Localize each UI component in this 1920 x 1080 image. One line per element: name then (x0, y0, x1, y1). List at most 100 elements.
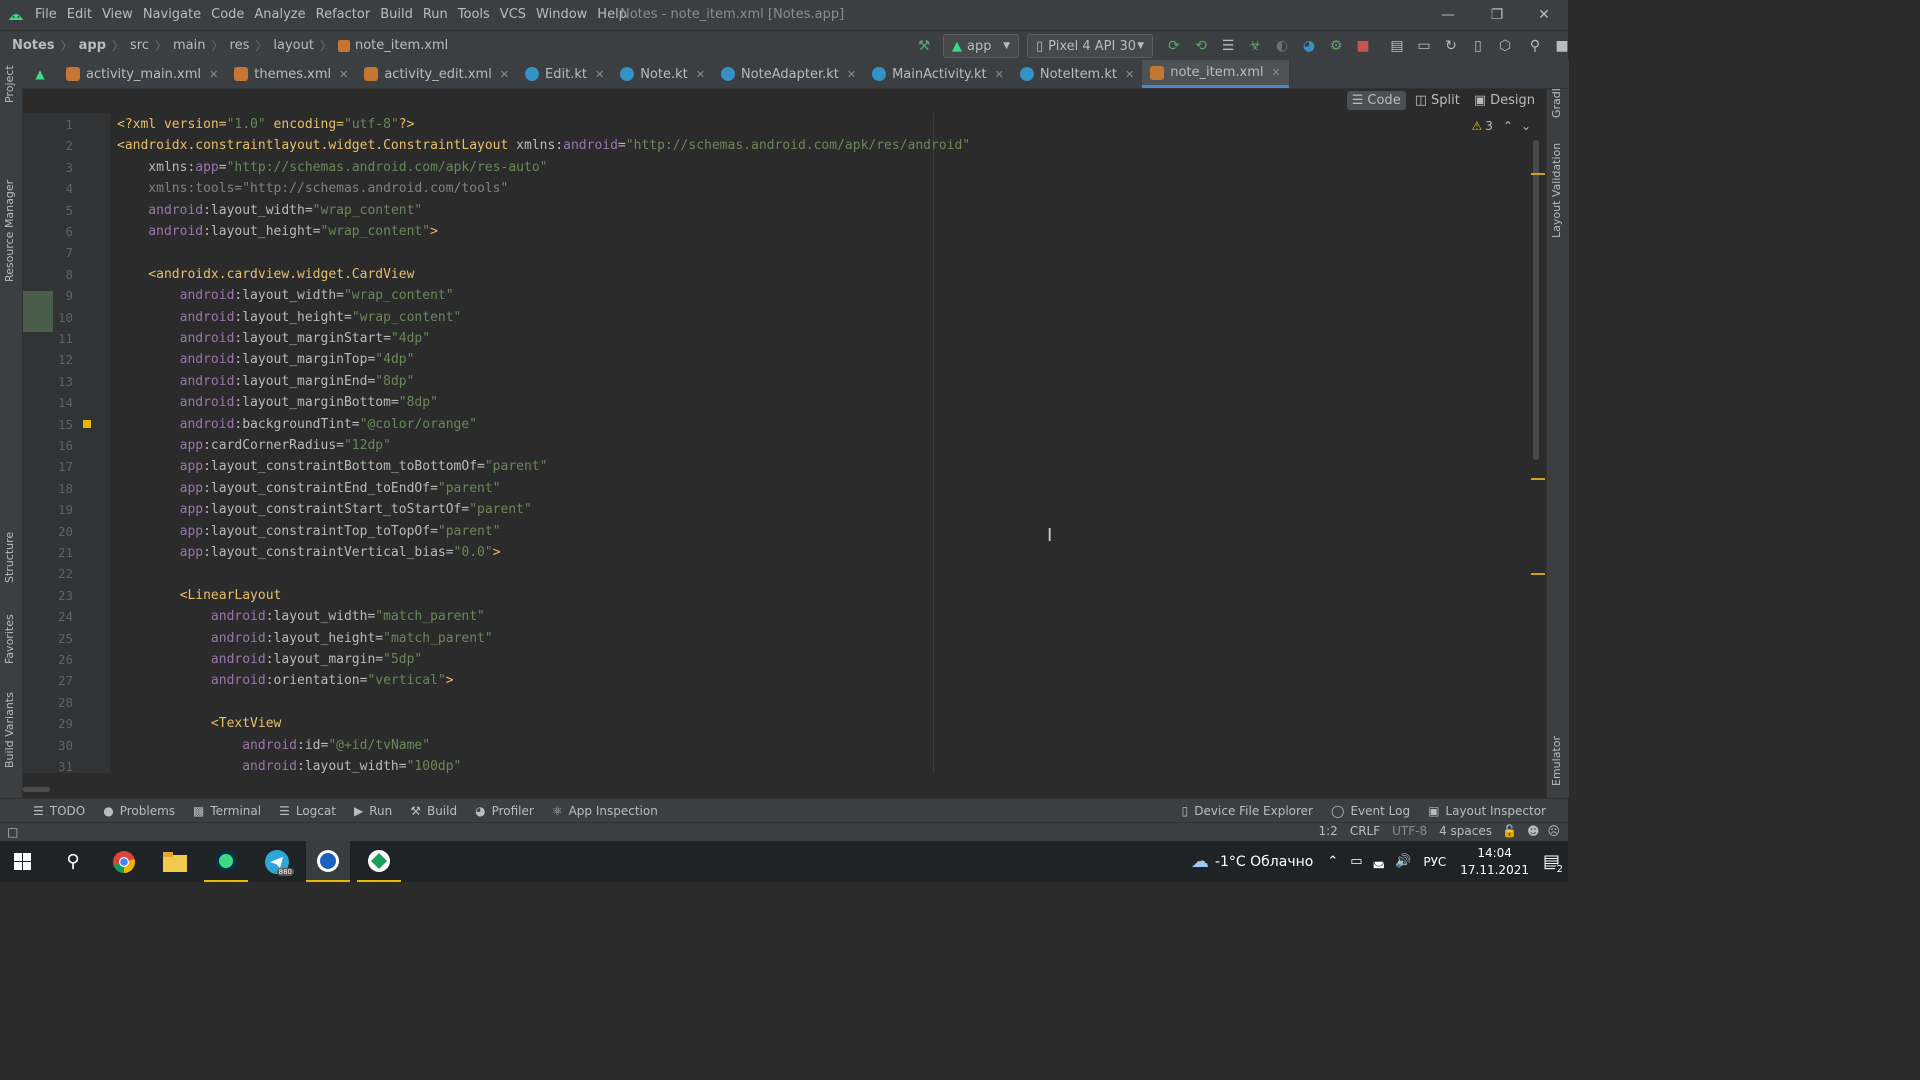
apply-changes-restart-icon[interactable]: ⟳ (1163, 35, 1185, 57)
tool-project[interactable]: Project (3, 65, 16, 103)
code-line[interactable]: android:layout_width="match_parent" (117, 606, 485, 627)
tab-note-item-xml[interactable]: note_item.xml ✕ (1142, 60, 1289, 88)
tool-emulator[interactable]: Emulator (1550, 736, 1563, 786)
close-tab-icon[interactable]: ✕ (595, 68, 604, 81)
split-view-button[interactable]: ◫ Split (1410, 91, 1465, 110)
menu-vcs[interactable]: VCS (500, 7, 526, 22)
code-line[interactable]: app:layout_constraintTop_toTopOf="parent… (117, 521, 501, 542)
menu-build[interactable]: Build (380, 7, 413, 22)
tool-terminal[interactable]: ▩ Terminal (193, 804, 261, 818)
code-line[interactable]: app:layout_constraintVertical_bias="0.0"… (117, 542, 501, 563)
project-structure-icon[interactable]: ▤ (1386, 35, 1408, 57)
breadcrumb-module[interactable]: app (79, 38, 106, 53)
tool-todo[interactable]: ☰ TODO (33, 804, 85, 818)
code-line[interactable]: <TextView (117, 713, 281, 734)
tool-layout-inspector[interactable]: ▣ Layout Inspector (1428, 804, 1546, 818)
code-line[interactable]: app:cardCornerRadius="12dp" (117, 435, 391, 456)
tab-activity-edit[interactable]: activity_edit.xml ✕ (356, 60, 517, 88)
close-tab-icon[interactable]: ✕ (500, 68, 509, 81)
make-project-hammer-icon[interactable]: ⚒ (913, 35, 935, 57)
menu-refactor[interactable]: Refactor (316, 7, 371, 22)
code-line[interactable]: <androidx.constraintlayout.widget.Constr… (117, 135, 970, 156)
tool-favorites[interactable]: Favorites (3, 614, 16, 664)
breadcrumb-res[interactable]: res (230, 38, 250, 53)
debug-icon[interactable]: ☣ (1244, 35, 1266, 57)
battery-icon[interactable]: ▭ (1350, 854, 1362, 869)
breadcrumb-project[interactable]: Notes (12, 38, 55, 53)
tool-problems[interactable]: ● Problems (103, 804, 175, 818)
menu-file[interactable]: File (35, 7, 57, 22)
word-icon[interactable] (306, 841, 350, 882)
tool-profiler[interactable]: ◕ Profiler (475, 804, 534, 818)
file-explorer-icon[interactable] (153, 841, 197, 882)
code-line[interactable]: app:layout_constraintBottom_toBottomOf="… (117, 456, 548, 477)
close-tab-icon[interactable]: ✕ (1125, 68, 1134, 81)
close-tab-icon[interactable]: ✕ (696, 68, 705, 81)
search-icon[interactable]: ⚲ (51, 841, 95, 882)
code-line[interactable]: android:layout_height="wrap_content"> (117, 221, 438, 242)
tool-event-log[interactable]: ◯ Event Log (1331, 804, 1410, 818)
line-separator[interactable]: CRLF (1350, 824, 1380, 838)
tool-layout-validation[interactable]: Layout Validation (1550, 143, 1563, 238)
code-line[interactable]: xmlns:app="http://schemas.android.com/ap… (117, 157, 547, 178)
close-tab-icon[interactable]: ✕ (995, 68, 1004, 81)
code-view-button[interactable]: ☰ Code (1346, 91, 1406, 110)
menu-edit[interactable]: Edit (67, 7, 92, 22)
code-line[interactable]: android:layout_marginStart="4dp" (117, 328, 430, 349)
android-studio-taskbar-icon[interactable] (204, 841, 248, 882)
breadcrumb-main[interactable]: main (173, 38, 205, 53)
indent-setting[interactable]: 4 spaces (1439, 824, 1492, 838)
feedback-icon[interactable]: ☹ (1547, 824, 1560, 838)
code-line[interactable]: android:layout_width="wrap_content" (117, 200, 422, 221)
code-line[interactable]: <androidx.cardview.widget.CardView (117, 264, 414, 285)
warning-marker[interactable] (1531, 573, 1545, 575)
run-config-dropdown[interactable]: ▲ app ▼ (943, 34, 1019, 58)
code-line[interactable]: android:id="@+id/tvName" (117, 735, 430, 756)
tool-logcat[interactable]: ☰ Logcat (279, 804, 336, 818)
code-line[interactable]: android:layout_height="wrap_content" (117, 307, 462, 328)
color-swatch-orange[interactable] (83, 420, 91, 428)
code-line[interactable]: app:layout_constraintStart_toStartOf="pa… (117, 499, 532, 520)
weather-text[interactable]: -1°C Облачно (1215, 854, 1313, 870)
notifications-icon[interactable]: ▤ 2 (1543, 851, 1565, 875)
menu-tools[interactable]: Tools (458, 7, 490, 22)
chevron-down-icon[interactable]: ⌄ (1521, 119, 1531, 133)
code-line[interactable]: xmlns:tools="http://schemas.android.com/… (117, 178, 508, 199)
apply-code-changes-icon[interactable]: ⟲ (1190, 35, 1212, 57)
warning-marker[interactable] (1531, 478, 1545, 480)
code-line[interactable]: android:layout_marginEnd="8dp" (117, 371, 415, 392)
code-line[interactable]: <LinearLayout (117, 585, 282, 606)
breadcrumb-layout[interactable]: layout (273, 38, 314, 53)
code-line[interactable]: app:layout_constraintEnd_toEndOf="parent… (117, 478, 501, 499)
code-editor[interactable]: <?xml version="1.0" encoding="utf-8"?> <a… (110, 113, 1533, 773)
editor-scrollbar[interactable] (1533, 140, 1539, 460)
code-line[interactable]: android:layout_marginTop="4dp" (117, 349, 415, 370)
tool-structure[interactable]: Structure (3, 532, 16, 583)
menu-analyze[interactable]: Analyze (254, 7, 305, 22)
app-taskbar-icon[interactable] (357, 841, 401, 882)
telegram-icon[interactable]: 880 (255, 841, 299, 882)
tool-run[interactable]: ▶ Run (354, 804, 392, 818)
inspection-profile-icon[interactable]: ☻ (1527, 824, 1540, 838)
chrome-icon[interactable] (102, 841, 146, 882)
lock-icon[interactable]: 🔓 (1502, 824, 1517, 838)
attach-debugger-icon[interactable]: ⚙ (1325, 35, 1347, 57)
code-line[interactable]: android:orientation="vertical"> (117, 670, 454, 691)
stop-icon[interactable]: ■ (1352, 35, 1374, 57)
code-line[interactable]: android:layout_marginBottom="8dp" (117, 392, 438, 413)
close-tab-icon[interactable]: ✕ (847, 68, 856, 81)
avd-manager-icon[interactable]: ▯ (1467, 35, 1489, 57)
menu-window[interactable]: Window (536, 7, 587, 22)
close-window-icon[interactable]: ✕ (1530, 4, 1558, 26)
tool-device-file-explorer[interactable]: ▯ Device File Explorer (1182, 804, 1313, 818)
windows-start-icon[interactable] (0, 841, 44, 882)
code-line[interactable]: android:layout_height="match_parent" (117, 628, 493, 649)
tab-edit-kt[interactable]: Edit.kt ✕ (517, 60, 612, 88)
inspection-widget[interactable]: ⚠ 3 ⌃ ⌄ (1471, 119, 1531, 133)
tool-build-variants[interactable]: Build Variants (3, 692, 16, 768)
wifi-icon[interactable]: ◛ (1373, 854, 1386, 869)
clock[interactable]: 14:04 17.11.2021 (1460, 845, 1529, 879)
code-line[interactable]: android:layout_width="wrap_content" (117, 285, 454, 306)
breadcrumb-src[interactable]: src (130, 38, 149, 53)
warning-marker[interactable] (1531, 173, 1545, 175)
